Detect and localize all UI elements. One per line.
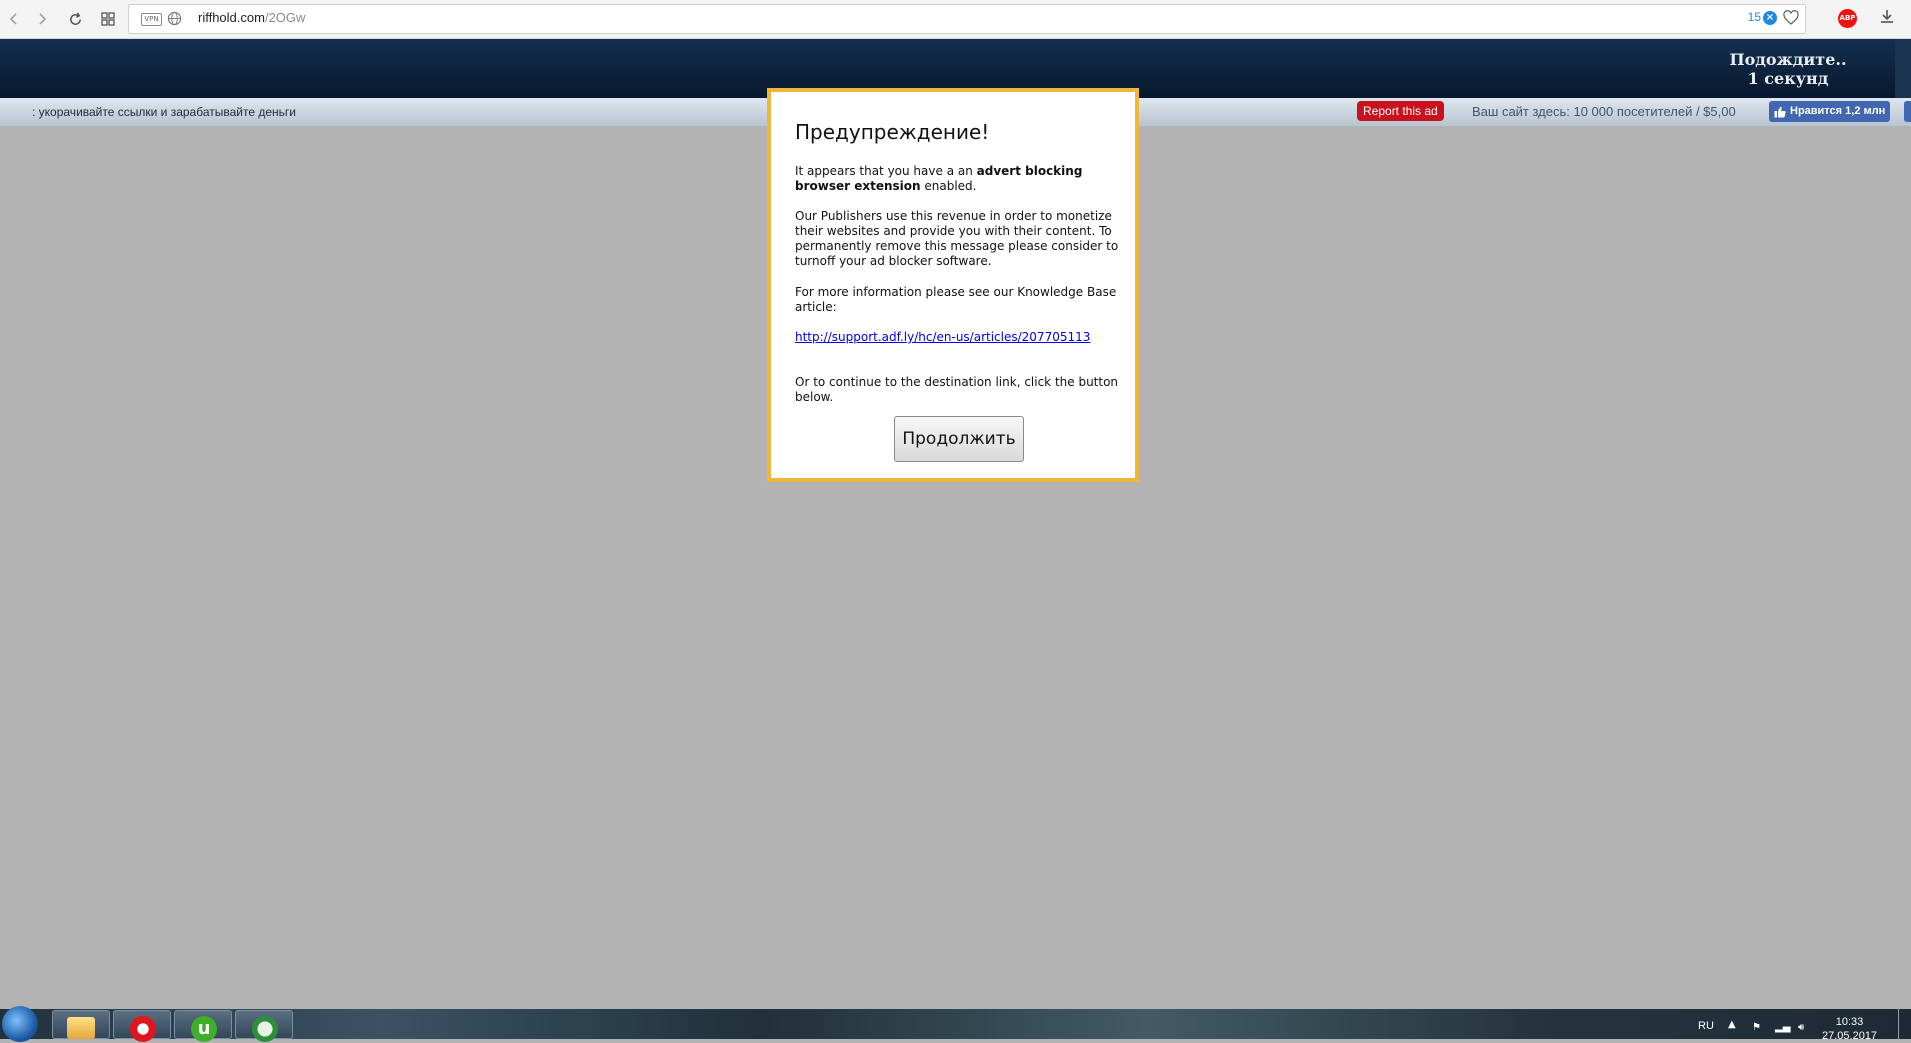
wait-line-2: 1 секунд (1747, 69, 1829, 88)
action-center-flag-icon[interactable]: ⚑ (1752, 1022, 1764, 1034)
language-indicator[interactable]: RU (1698, 1020, 1714, 1032)
continue-button[interactable]: Продолжить (894, 416, 1024, 462)
heart-icon[interactable] (1783, 10, 1799, 26)
volume-icon[interactable]: 🔊︎ (1798, 1022, 1810, 1034)
windows-taskbar: u RU ▲ ⚑ ▂▄ 🔊︎ 10:33 27.05.2017 (0, 1006, 1911, 1042)
browser-toolbar: VPN riffhold.com/2OGw 15 × ABP (0, 0, 1911, 39)
wait-countdown: Подождите.. 1 секунд (1713, 50, 1863, 88)
taskbar-utorrent[interactable]: u (174, 1010, 232, 1042)
p1-text-start: It appears that you have a an (795, 164, 977, 178)
clock-time: 10:33 (1835, 1016, 1864, 1028)
adblock-plus-icon[interactable]: ABP (1838, 9, 1857, 28)
taskbar-opera[interactable] (113, 1010, 171, 1042)
knowledge-base-link[interactable]: http://support.adf.ly/hc/en-us/articles/… (795, 330, 1090, 344)
dialog-paragraph-2: Our Publishers use this revenue in order… (795, 209, 1119, 268)
url-text[interactable]: riffhold.com/2OGw (198, 10, 305, 25)
speed-dial-button[interactable] (96, 7, 120, 31)
dialog-paragraph-3: For more information please see our Know… (795, 285, 1117, 314)
tab-count[interactable]: 15 (1748, 10, 1761, 24)
wait-line-1: Подождите.. (1729, 50, 1847, 69)
thumbs-up-icon (1774, 106, 1786, 117)
back-icon (9, 13, 17, 25)
utorrent-icon: u (191, 1016, 217, 1042)
dialog-paragraph-1: It appears that you have a an advert blo… (795, 164, 1125, 194)
close-badge-icon[interactable]: × (1763, 11, 1777, 25)
network-signal-icon[interactable]: ▂▄ (1775, 1022, 1790, 1034)
url-host: riffhold.com (198, 10, 265, 25)
p1-text-end: enabled. (920, 179, 977, 193)
share-button[interactable] (1904, 101, 1911, 122)
globe-icon (167, 11, 182, 26)
tiles-icon (101, 12, 115, 26)
vpn-badge[interactable]: VPN (141, 13, 162, 26)
download-icon[interactable] (1878, 8, 1896, 26)
scrollbar[interactable] (1895, 39, 1911, 98)
network-meter-icon (252, 1016, 278, 1042)
url-path: /2OGw (264, 10, 306, 25)
forward-button[interactable] (30, 7, 54, 31)
address-bar[interactable]: VPN riffhold.com/2OGw 15 × (128, 4, 1806, 34)
dialog-title: Предупреждение! (795, 120, 990, 144)
taskbar-explorer[interactable] (52, 1010, 110, 1039)
folder-icon (67, 1017, 95, 1039)
reload-icon (69, 12, 81, 25)
opera-icon (130, 1016, 156, 1042)
dialog-paragraph-4: Or to continue to the destination link, … (795, 375, 1119, 404)
facebook-like-button[interactable]: Нравится 1,2 млн (1769, 101, 1891, 122)
windows-start-icon[interactable] (2, 1006, 38, 1042)
show-desktop-button[interactable] (1898, 1009, 1911, 1039)
like-label: Нравится 1,2 млн (1790, 105, 1886, 117)
tagline: : укорачивайте ссылки и зарабатывайте де… (32, 105, 296, 119)
back-button[interactable] (2, 7, 26, 31)
adblock-warning-dialog: Предупреждение! It appears that you have… (767, 88, 1139, 482)
clock-date: 27.05.2017 (1822, 1030, 1878, 1042)
report-ad-button[interactable]: Report this ad (1357, 101, 1444, 121)
taskbar-meter[interactable] (235, 1010, 293, 1042)
tray-expand-icon[interactable]: ▲ (1728, 1019, 1736, 1030)
reload-button[interactable] (63, 7, 87, 31)
advertise-link[interactable]: Ваш сайт здесь: 10 000 посетителей / $5,… (1472, 104, 1736, 119)
forward-icon (39, 13, 47, 25)
